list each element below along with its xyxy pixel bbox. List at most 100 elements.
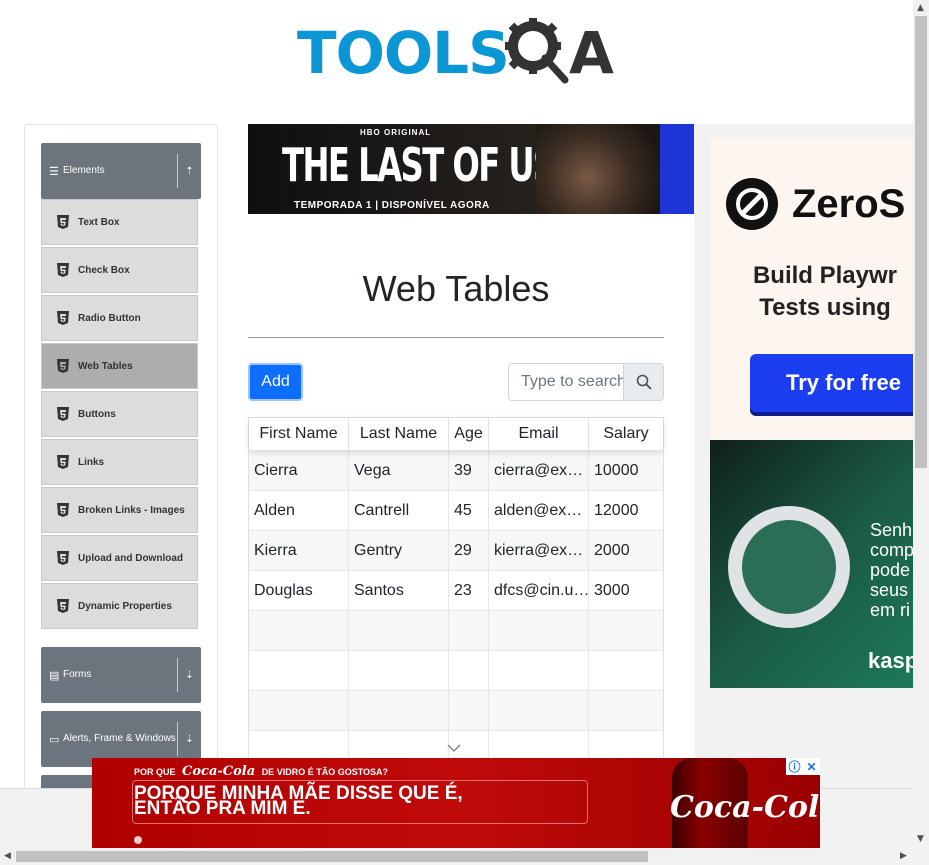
toolsqa-logo[interactable]: TOOLS A bbox=[297, 14, 619, 90]
table-cell: 23 bbox=[449, 571, 489, 610]
table-cell bbox=[589, 651, 663, 690]
menu-item-text-box[interactable]: Text Box bbox=[41, 199, 198, 245]
html5-icon bbox=[54, 405, 72, 423]
try-for-free-button[interactable]: Try for free bbox=[750, 354, 913, 412]
table-cell bbox=[349, 611, 449, 650]
column-header[interactable]: Salary bbox=[589, 418, 663, 450]
table-cell: 3000 bbox=[594, 581, 630, 599]
ad-line: Build Playwr bbox=[752, 262, 898, 289]
column-header[interactable]: Last Name bbox=[349, 418, 449, 450]
menu-item-label: Check Box bbox=[78, 264, 130, 276]
table-cell: 45 bbox=[449, 491, 489, 530]
coca-cola-logo: Coca-Cola bbox=[670, 790, 820, 825]
scrollbar-thumb[interactable] bbox=[915, 16, 927, 468]
ad-brand: kasp bbox=[868, 648, 913, 673]
ad-line: seus bbox=[870, 580, 909, 600]
menu-item-broken-links[interactable]: Broken Links - Images bbox=[41, 487, 198, 533]
column-header[interactable]: First Name bbox=[249, 418, 349, 450]
ad-brand: HBO ORIGINAL bbox=[360, 128, 432, 137]
scroll-left-icon[interactable]: ◀ bbox=[4, 851, 11, 861]
menu-item-label: Upload and Download bbox=[78, 552, 183, 564]
ad-headline: PORQUE MINHA MÃE DISSE QUE É, ENTÃO PRA … bbox=[134, 783, 463, 819]
group-label: Alerts, Frame & Windows bbox=[63, 733, 176, 744]
ad-subtitle: TEMPORADA 1 | DISPONÍVEL AGORA bbox=[294, 200, 490, 211]
scroll-right-icon[interactable]: ▶ bbox=[900, 851, 907, 861]
table-row: Douglas Santos 23 dfcs@cin.u… 3000 bbox=[249, 571, 663, 611]
table-cell: alden@ex… bbox=[489, 491, 589, 530]
page-title: Web Tables bbox=[362, 268, 550, 309]
html5-icon bbox=[54, 549, 72, 567]
group-elements[interactable]: ☰ Elements ⇡ bbox=[41, 143, 201, 199]
table-row bbox=[249, 611, 663, 651]
search-box bbox=[508, 363, 664, 401]
gear-search-icon bbox=[505, 18, 569, 84]
table-cell: Vega bbox=[349, 451, 449, 490]
right-ad[interactable]: ZeroS Build Playwr Tests using Try for f… bbox=[694, 124, 913, 788]
ad-top-line: POR QUE Coca-Cola DE VIDRO É TÃO GOSTOSA… bbox=[134, 764, 389, 779]
table-cell: cierra@ex… bbox=[489, 451, 589, 490]
search-button[interactable] bbox=[623, 364, 663, 400]
table-cell: 29 bbox=[449, 531, 489, 570]
scroll-up-icon[interactable]: ▲ bbox=[917, 3, 924, 13]
table-cell: 10000 bbox=[594, 461, 639, 479]
html5-icon bbox=[54, 501, 72, 519]
menu-item-check-box[interactable]: Check Box bbox=[41, 247, 198, 293]
banner-ad[interactable]: HBO ORIGINAL THE LAST OF US TEMPORADA 1 … bbox=[248, 124, 694, 214]
scrollbar-thumb[interactable] bbox=[16, 851, 648, 862]
ring-graphic bbox=[728, 506, 850, 628]
table-cell: Douglas bbox=[249, 571, 349, 610]
html5-icon bbox=[54, 357, 72, 375]
table-cell: dfcs@cin.u… bbox=[489, 571, 589, 610]
table-row: Kierra Gentry 29 kierra@ex… 2000 bbox=[249, 531, 663, 571]
menu-item-label: Broken Links - Images bbox=[78, 504, 185, 516]
column-header[interactable]: Email bbox=[489, 418, 589, 450]
table-cell bbox=[489, 691, 589, 730]
table-cell bbox=[349, 651, 449, 690]
group-label: Elements bbox=[63, 165, 105, 176]
search-icon bbox=[636, 374, 651, 390]
table-cell: Kierra bbox=[249, 531, 349, 570]
menu-item-web-tables[interactable]: Web Tables bbox=[41, 343, 198, 389]
scroll-down-icon[interactable]: ▼ bbox=[917, 834, 924, 844]
search-input[interactable] bbox=[509, 364, 623, 400]
chevron-down-icon[interactable]: ⇣ bbox=[177, 722, 201, 756]
table-cell bbox=[449, 611, 489, 650]
table-header: First Name Last Name Age Email Salary bbox=[249, 418, 663, 451]
menu-item-upload-download[interactable]: Upload and Download bbox=[41, 535, 198, 581]
table-cell bbox=[589, 611, 663, 650]
info-icon[interactable]: ⓘ bbox=[786, 758, 803, 775]
menu-item-label: Radio Button bbox=[78, 312, 141, 324]
ad-image bbox=[536, 124, 666, 214]
table-cell bbox=[249, 651, 349, 690]
menu-item-label: Buttons bbox=[78, 408, 116, 420]
table-cell bbox=[249, 611, 349, 650]
add-button[interactable]: Add bbox=[248, 363, 303, 401]
logo-suffix: A bbox=[569, 19, 614, 87]
menu-item-buttons[interactable]: Buttons bbox=[41, 391, 198, 437]
table-cell: kierra@ex… bbox=[489, 531, 589, 570]
table-cell bbox=[449, 651, 489, 690]
menu-item-radio-button[interactable]: Radio Button bbox=[41, 295, 198, 341]
group-forms[interactable]: ▤ Forms ⇣ bbox=[41, 647, 201, 703]
menu-item-label: Dynamic Properties bbox=[78, 600, 172, 612]
window-icon: ▭ bbox=[49, 733, 60, 746]
chevron-down-icon[interactable]: ⇣ bbox=[177, 658, 201, 692]
ad-controls: ⓘ ✕ bbox=[786, 758, 820, 775]
html5-icon bbox=[54, 213, 72, 231]
menu-item-links[interactable]: Links bbox=[41, 439, 198, 485]
html5-icon bbox=[54, 597, 72, 615]
bottom-ad[interactable]: POR QUE Coca-Cola DE VIDRO É TÃO GOSTOSA… bbox=[92, 758, 820, 848]
menu-item-dynamic-properties[interactable]: Dynamic Properties bbox=[41, 583, 198, 629]
column-header[interactable]: Age bbox=[449, 418, 489, 450]
vertical-scrollbar[interactable]: ▲ ▼ bbox=[913, 0, 929, 848]
ad-line: pode bbox=[870, 560, 911, 580]
ad-line: Senh bbox=[870, 520, 913, 540]
ad-line: Tests using bbox=[759, 294, 891, 321]
horizontal-scrollbar[interactable]: ◀ ▶ bbox=[0, 848, 929, 865]
close-icon[interactable]: ✕ bbox=[803, 758, 820, 775]
chevron-up-icon[interactable]: ⇡ bbox=[177, 154, 201, 188]
chevron-down-icon[interactable] bbox=[446, 742, 462, 754]
table-cell: Santos bbox=[349, 571, 449, 610]
zerostep-logo-icon bbox=[726, 178, 778, 230]
table-cell: Gentry bbox=[349, 531, 449, 570]
